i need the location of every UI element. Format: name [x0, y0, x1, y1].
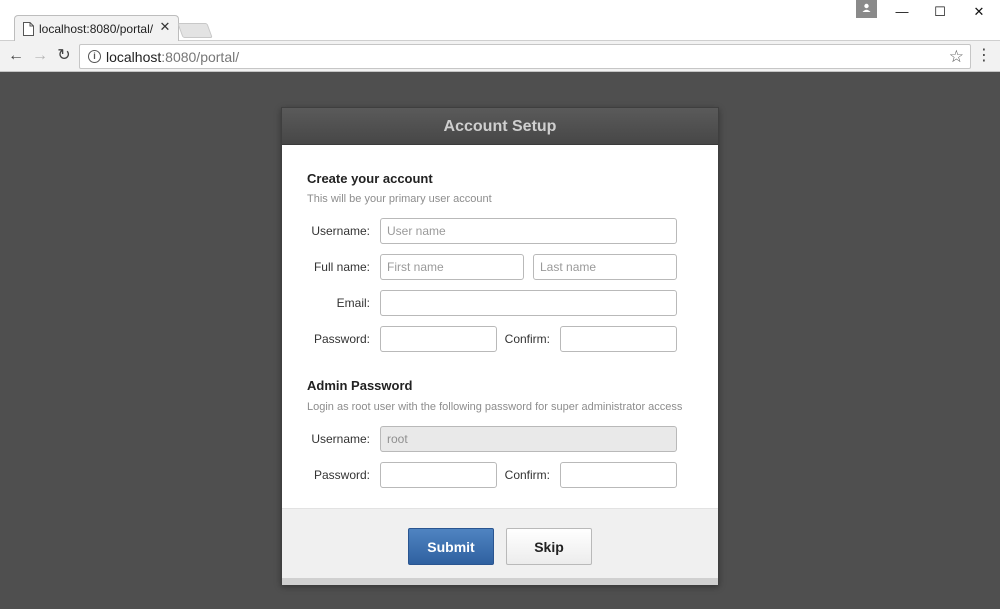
dialog-title: Account Setup — [282, 108, 718, 145]
close-window-icon[interactable]: ✕ — [964, 2, 994, 22]
profile-icon[interactable] — [856, 0, 877, 18]
back-arrow-icon[interactable]: ← — [6, 46, 26, 66]
submit-button[interactable]: Submit — [408, 528, 494, 565]
url-host: localhost — [106, 49, 162, 65]
forward-arrow-icon[interactable]: → — [30, 46, 50, 66]
admin-confirm-label: Confirm: — [504, 468, 550, 482]
email-input[interactable] — [380, 290, 677, 316]
browser-menu-icon[interactable]: ⋮ — [974, 46, 994, 66]
maximize-icon[interactable]: ☐ — [925, 2, 955, 22]
dialog-bottom-edge — [282, 578, 718, 585]
account-setup-dialog: Account Setup Create your account This w… — [281, 107, 719, 585]
tab-title: localhost:8080/portal/ — [39, 22, 154, 36]
password-label: Password: — [313, 332, 370, 346]
last-name-input[interactable] — [533, 254, 677, 280]
page-background: Account Setup Create your account This w… — [0, 72, 1000, 609]
tab-close-icon[interactable]: ✕ — [158, 20, 172, 34]
first-name-input[interactable] — [380, 254, 524, 280]
admin-password-input[interactable] — [380, 462, 497, 488]
browser-toolbar: ← → ↻ i localhost:8080/portal/ ☆ ⋮ — [0, 41, 1000, 72]
fullname-label: Full name: — [313, 260, 370, 274]
new-tab-button[interactable] — [177, 23, 213, 38]
account-section-subtitle: This will be your primary user account — [307, 193, 492, 205]
address-bar[interactable]: i localhost:8080/portal/ ☆ — [79, 44, 971, 69]
confirm-label: Confirm: — [504, 332, 550, 346]
email-label: Email: — [336, 296, 370, 310]
admin-confirm-password-input[interactable] — [560, 462, 677, 488]
document-icon — [23, 22, 34, 36]
minimize-icon[interactable]: — — [887, 2, 917, 22]
password-input[interactable] — [380, 326, 497, 352]
username-input[interactable] — [380, 218, 677, 244]
dialog-footer: Submit Skip — [282, 508, 718, 578]
skip-button[interactable]: Skip — [506, 528, 592, 565]
info-icon[interactable]: i — [88, 50, 101, 63]
user-icon — [862, 3, 871, 12]
admin-section-subtitle: Login as root user with the following pa… — [307, 401, 683, 413]
reload-icon[interactable]: ↻ — [54, 46, 74, 66]
admin-username-input — [380, 426, 677, 452]
confirm-password-input[interactable] — [560, 326, 677, 352]
browser-titlebar: localhost:8080/portal/ ✕ — ☐ ✕ — [0, 0, 1000, 42]
admin-username-label: Username: — [311, 432, 370, 446]
username-label: Username: — [311, 224, 370, 238]
url-path: :8080/portal/ — [161, 49, 240, 65]
browser-tab[interactable]: localhost:8080/portal/ ✕ — [14, 15, 179, 42]
admin-section-title: Admin Password — [307, 378, 413, 393]
url-text[interactable]: localhost:8080/portal/ — [106, 49, 239, 65]
account-section-title: Create your account — [307, 171, 433, 186]
bookmark-star-icon[interactable]: ☆ — [949, 46, 964, 67]
admin-password-label: Password: — [313, 468, 370, 482]
